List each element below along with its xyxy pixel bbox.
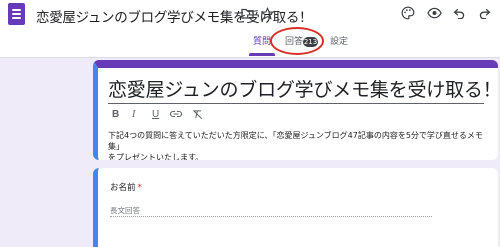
question-card[interactable]: お名前 * 長文回答 (93, 168, 498, 247)
google-forms-icon[interactable] (8, 3, 25, 25)
undo-icon[interactable] (453, 7, 466, 19)
form-description[interactable]: 下記4つの質問に答えていただいた方限定に、「恋愛屋ジュンブログ47記事の内容を5… (108, 130, 493, 160)
tab-settings[interactable]: 設定 (330, 35, 348, 57)
description-line-2: をプレゼントいたします。 (108, 153, 204, 160)
required-asterisk: * (137, 183, 142, 193)
long-answer-placeholder[interactable]: 長文回答 (110, 205, 140, 216)
question-label: お名前 * (110, 181, 142, 193)
active-tab-indicator (249, 53, 276, 56)
eye-icon[interactable] (427, 7, 442, 19)
redo-icon[interactable] (478, 7, 491, 19)
tab-questions[interactable]: 質問 (249, 35, 276, 57)
underline-button[interactable]: U (152, 109, 159, 120)
question-title: お名前 (110, 183, 136, 193)
red-annotation-circle (270, 27, 324, 55)
top-bar: 恋愛屋ジュンのブログ学びメモ集を受け取る！ 質問 回答 213 設定 (0, 0, 500, 58)
palette-icon[interactable] (401, 6, 415, 20)
answer-underline (110, 216, 432, 217)
star-icon[interactable] (261, 7, 274, 20)
form-title-field[interactable]: 恋愛屋ジュンのブログ学びメモ集を受け取る！ (108, 75, 498, 102)
tab-bar: 質問 回答 213 設定 (0, 35, 500, 57)
description-line-1: 下記4つの質問に答えていただいた方限定に、「恋愛屋ジュンブログ47記事の内容を5… (108, 131, 483, 151)
title-underline (108, 103, 484, 104)
link-icon[interactable] (170, 110, 182, 118)
form-header-card[interactable]: 恋愛屋ジュンのブログ学びメモ集を受け取る！ B I U 下記4つの質問に答えてい… (93, 60, 498, 160)
tab-questions-label: 質問 (253, 37, 272, 47)
bold-button[interactable]: B (112, 109, 119, 120)
folder-icon[interactable] (241, 8, 254, 19)
italic-button[interactable]: I (132, 109, 135, 120)
clear-format-icon[interactable] (192, 109, 203, 120)
tab-settings-label: 設定 (330, 37, 349, 47)
